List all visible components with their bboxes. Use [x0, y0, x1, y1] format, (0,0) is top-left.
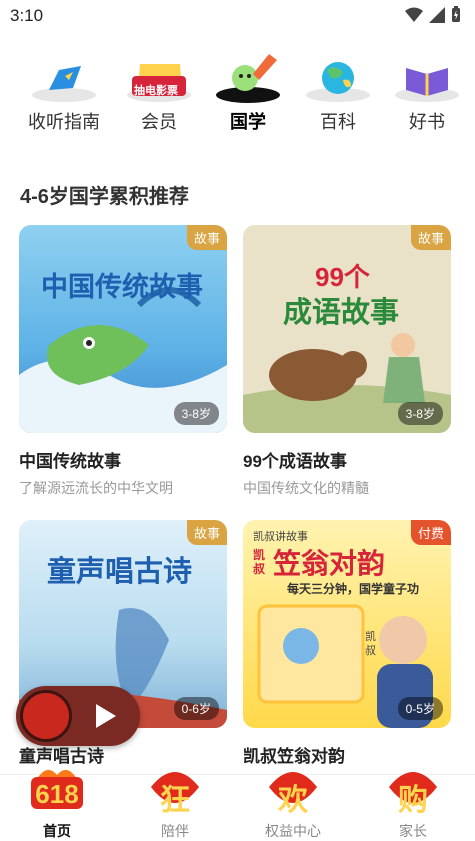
tag-badge: 故事	[186, 520, 227, 545]
brush-icon	[216, 54, 280, 103]
tab-label: 首页	[43, 823, 71, 839]
tab-benefits[interactable]: 欢 权益中心	[238, 772, 348, 841]
category-label: 好书	[409, 112, 445, 132]
wifi-icon	[405, 7, 423, 22]
tag-badge: 故事	[410, 225, 451, 250]
tab-label: 陪伴	[161, 823, 189, 839]
category-label: 百科	[320, 112, 356, 132]
festival-badge-text: 狂	[160, 784, 190, 817]
card-title: 99个成语故事	[243, 452, 347, 471]
category-row: 收听指南 抽电影票 会员 国学 百科 好书	[0, 48, 475, 138]
album-cover: 99个 成语故事 故事 3-8岁	[243, 225, 451, 433]
card-subtitle: 了解源远流长的中华文明	[19, 480, 173, 496]
category-guide[interactable]: 收听指南	[19, 48, 109, 138]
age-badge: 0-5岁	[397, 697, 443, 720]
album-card[interactable]: 凯叔讲故事 凯叔 笠翁对韵 每天三分钟，国学童子功 凯叔 付费 0-5岁 凯叔笠…	[243, 520, 451, 790]
cover-title-bottom: 成语故事	[283, 297, 400, 329]
tab-home[interactable]: 618 首页	[2, 769, 112, 841]
status-bar: 3:10	[0, 0, 475, 32]
festival-badge-text: 618	[35, 779, 79, 809]
festival-badge-text: 购	[398, 784, 428, 817]
tab-label: 家长	[399, 823, 427, 839]
tab-label: 权益中心	[265, 823, 321, 839]
status-time: 3:10	[10, 6, 44, 25]
bottom-tab-bar: 618 首页 狂 陪伴 欢 权益中心 购 家长	[0, 769, 475, 841]
festival-badge-text: 欢	[278, 784, 308, 817]
category-guoxue[interactable]: 国学	[203, 48, 293, 138]
globe-icon	[306, 62, 370, 102]
play-icon[interactable]	[88, 700, 120, 732]
tab-companion[interactable]: 狂 陪伴	[120, 772, 230, 841]
cover-title: 中国传统故事	[41, 272, 203, 302]
battery-icon	[452, 6, 460, 22]
album-cover: 凯叔讲故事 凯叔 笠翁对韵 每天三分钟，国学童子功 凯叔 付费 0-5岁	[243, 520, 451, 728]
album-card[interactable]: 99个 成语故事 故事 3-8岁 99个成语故事 中国传统文化的精髓	[243, 225, 451, 496]
cover-title: 童声唱古诗	[47, 556, 193, 588]
tag-badge: 付费	[410, 520, 451, 545]
tag-badge: 故事	[186, 225, 227, 250]
album-disc-icon	[20, 690, 72, 742]
album-card[interactable]: 童声唱古诗 故事 0-6岁 童声唱古诗	[19, 520, 227, 790]
category-label: 收听指南	[28, 112, 100, 132]
album-cover: 中国传统故事 故事 3-8岁	[19, 225, 227, 433]
vip-badge-text: 抽电影票	[134, 85, 178, 97]
book-icon	[395, 68, 459, 102]
age-badge: 3-8岁	[397, 402, 443, 425]
category-baike[interactable]: 百科	[293, 48, 383, 138]
section-title: 4-6岁国学累积推荐	[20, 186, 189, 208]
compass-icon	[32, 66, 96, 102]
age-badge: 0-6岁	[173, 697, 219, 720]
tab-parent[interactable]: 购 家长	[358, 772, 468, 841]
category-vip[interactable]: 抽电影票 会员	[114, 48, 204, 138]
mini-player[interactable]	[16, 686, 140, 746]
signal-icon	[429, 6, 445, 23]
category-label: 会员	[141, 112, 177, 132]
card-subtitle: 中国传统文化的精髓	[243, 480, 369, 496]
category-books[interactable]: 好书	[382, 48, 472, 138]
cover-small-text: 凯叔	[365, 631, 376, 657]
age-badge: 3-8岁	[173, 402, 219, 425]
card-title: 中国传统故事	[19, 452, 121, 471]
album-card[interactable]: 中国传统故事 故事 3-8岁 中国传统故事 了解源远流长的中华文明	[19, 225, 227, 496]
category-label: 国学	[230, 112, 266, 132]
